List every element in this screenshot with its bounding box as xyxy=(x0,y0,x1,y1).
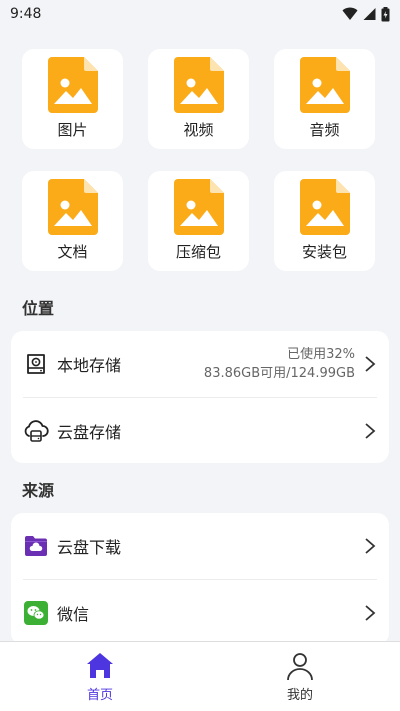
nav-tab-mine[interactable]: 我的 xyxy=(200,642,400,711)
image-file-icon xyxy=(47,179,98,235)
cloud-storage-row[interactable]: 云盘存储 xyxy=(23,397,377,463)
image-file-icon xyxy=(299,57,350,113)
wifi-icon xyxy=(342,7,358,20)
cloud-storage-label: 云盘存储 xyxy=(57,422,122,442)
category-label: 视频 xyxy=(183,121,214,139)
chevron-right-icon xyxy=(365,356,376,372)
category-label: 图片 xyxy=(57,121,88,139)
category-label: 压缩包 xyxy=(175,243,221,261)
wechat-row[interactable]: 微信 xyxy=(23,579,377,645)
image-file-icon xyxy=(173,57,224,113)
cloud-download-label: 云盘下载 xyxy=(57,538,122,557)
local-storage-row[interactable]: 本地存储 已使用32% 83.86GB可用/124.99GB xyxy=(23,331,377,397)
nav-tab-home[interactable]: 首页 xyxy=(0,642,200,711)
cloud-storage-icon xyxy=(23,418,49,444)
category-tile-archives[interactable]: 压缩包 xyxy=(148,171,249,271)
local-storage-label: 本地存储 xyxy=(57,356,122,375)
home-icon xyxy=(87,652,113,678)
status-time: 9:48 xyxy=(10,6,42,22)
nav-label-mine: 我的 xyxy=(286,687,313,703)
cloud-download-row[interactable]: 云盘下载 xyxy=(23,513,377,579)
location-section-title: 位置 xyxy=(22,299,55,318)
nav-label-home: 首页 xyxy=(86,687,113,703)
category-label: 文档 xyxy=(57,243,88,261)
status-icons xyxy=(342,6,390,22)
category-grid: 图片 视频 音频 文档 压缩包 安装包 xyxy=(0,28,400,271)
chevron-right-icon xyxy=(365,538,376,554)
status-bar: 9:48 xyxy=(0,0,400,28)
wechat-icon xyxy=(23,600,49,626)
cloud-folder-icon xyxy=(23,533,49,559)
signal-icon xyxy=(363,8,376,20)
category-label: 安装包 xyxy=(301,243,347,261)
source-section-title: 来源 xyxy=(22,481,55,500)
image-file-icon xyxy=(173,179,224,235)
hard-drive-icon xyxy=(23,351,49,377)
source-card: 云盘下载 微信 xyxy=(11,513,389,645)
category-tile-documents[interactable]: 文档 xyxy=(22,171,123,271)
storage-capacity: 83.86GB可用/124.99GB xyxy=(203,366,355,381)
local-storage-usage: 已使用32% 83.86GB可用/124.99GB xyxy=(204,345,355,383)
image-file-icon xyxy=(47,57,98,113)
storage-used-percent: 已使用32% xyxy=(287,347,355,362)
category-label: 音频 xyxy=(309,121,340,139)
chevron-right-icon xyxy=(365,604,376,621)
category-tile-images[interactable]: 图片 xyxy=(22,49,123,149)
category-tile-audio[interactable]: 音频 xyxy=(274,49,375,149)
image-file-icon xyxy=(299,179,350,235)
battery-icon xyxy=(381,6,390,21)
wechat-label: 微信 xyxy=(57,604,90,624)
user-icon xyxy=(287,652,313,680)
category-tile-packages[interactable]: 安装包 xyxy=(274,171,375,271)
bottom-nav: 首页 我的 xyxy=(0,641,400,711)
location-card: 本地存储 已使用32% 83.86GB可用/124.99GB 云盘存储 xyxy=(11,331,389,463)
chevron-right-icon xyxy=(365,422,376,439)
category-tile-videos[interactable]: 视频 xyxy=(148,49,249,149)
